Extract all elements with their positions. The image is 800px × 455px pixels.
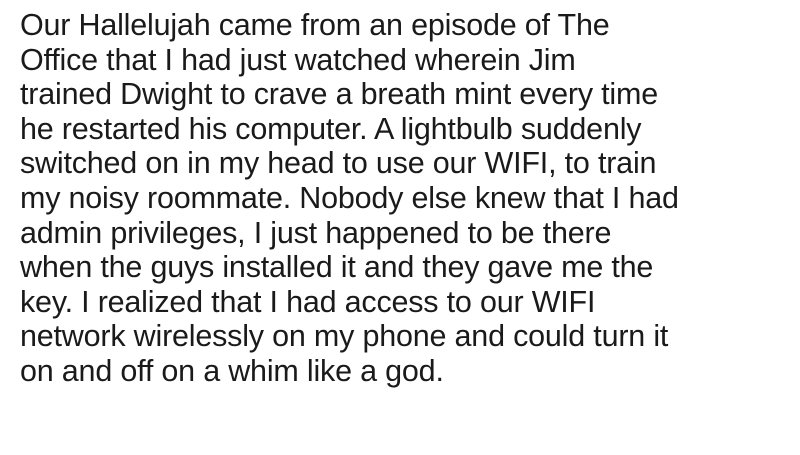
story-line: network wirelessly on my phone and could…: [20, 319, 669, 354]
text-post: Our Hallelujah came from an episode of T…: [0, 0, 800, 455]
story-line: he restarted his computer. A lightbulb s…: [20, 111, 642, 146]
story-line: key. I realized that I had access to our…: [20, 284, 596, 319]
story-line: switched on in my head to use our WIFI, …: [20, 146, 657, 181]
story-line: admin privileges, I just happened to be …: [20, 215, 612, 250]
story-line: when the guys installed it and they gave…: [20, 250, 654, 285]
story-paragraph: Our Hallelujah came from an episode of T…: [20, 8, 780, 389]
story-line: trained Dwight to crave a breath mint ev…: [20, 77, 658, 112]
story-line: Our Hallelujah came from an episode of T…: [20, 8, 610, 42]
story-line: my noisy roommate. Nobody else knew that…: [20, 180, 679, 215]
story-line: Office that I had just watched wherein J…: [20, 42, 576, 77]
story-line: on and off on a whim like a god.: [20, 353, 444, 388]
